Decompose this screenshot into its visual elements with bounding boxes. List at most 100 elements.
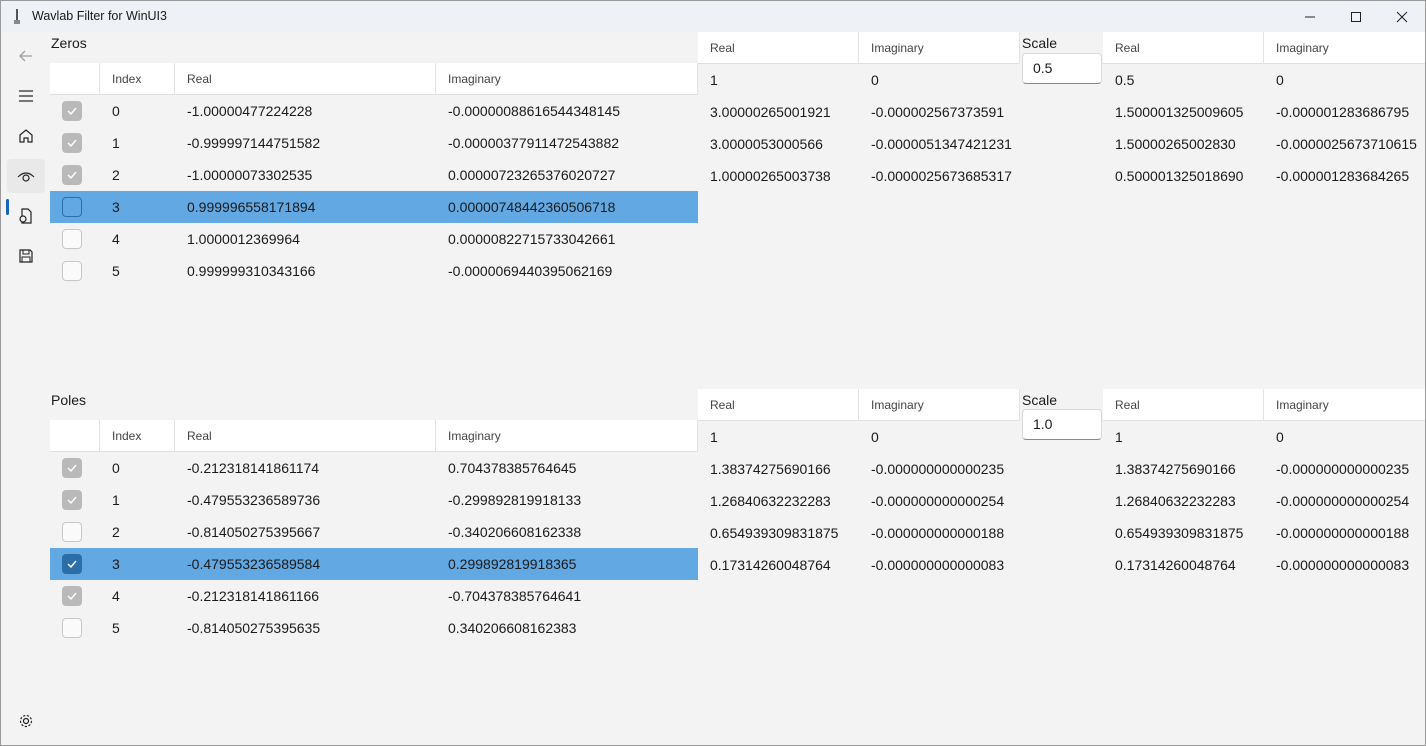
table-row[interactable]: 0.17314260048764 -0.000000000000083: [1103, 549, 1425, 581]
table-row[interactable]: 0.5 0: [1103, 64, 1425, 96]
table-row[interactable]: 1.26840632232283 -0.000000000000254: [698, 485, 1020, 517]
table-row[interactable]: 4 -0.212318141861166 -0.704378385764641: [50, 580, 698, 612]
cell-imaginary: -0.000000000000235: [1276, 461, 1410, 477]
table-header: Index Real Imaginary: [50, 63, 698, 95]
cell-imaginary: -0.00000377911472543882: [448, 135, 620, 151]
maximize-button[interactable]: [1333, 1, 1379, 32]
row-checkbox[interactable]: [62, 586, 82, 606]
row-checkbox[interactable]: [62, 618, 82, 638]
save-nav-item[interactable]: [7, 239, 45, 273]
cell-index: 2: [112, 167, 120, 183]
column-header-imaginary[interactable]: Imaginary: [859, 389, 1020, 421]
table-row[interactable]: 1.26840632232283 -0.000000000000254: [1103, 485, 1425, 517]
row-checkbox[interactable]: [62, 197, 82, 217]
cell-index: 5: [112, 263, 120, 279]
table-row[interactable]: 0.500001325018690 -0.000001283684265: [1103, 160, 1425, 192]
column-header-index[interactable]: Index: [100, 420, 175, 452]
table-row[interactable]: 10: [1103, 421, 1425, 453]
row-checkbox[interactable]: [62, 101, 82, 121]
row-checkbox[interactable]: [62, 458, 82, 478]
checkmark-icon: [67, 171, 77, 180]
poles-scale-input[interactable]: 1.0: [1022, 409, 1102, 440]
column-header-real[interactable]: Real: [1103, 32, 1264, 64]
row-checkbox[interactable]: [62, 554, 82, 574]
minimize-button[interactable]: [1287, 1, 1333, 32]
table-row[interactable]: 3.0000053000566 -0.0000051347421231: [698, 128, 1020, 160]
table-row[interactable]: 3 0.999996558171894 0.00000748442360506718: [50, 191, 698, 223]
row-checkbox[interactable]: [62, 133, 82, 153]
zeros-scaled-table: Real Imaginary 0.5 0 1.500001325009605 -0.000…: [1103, 32, 1425, 352]
table-row[interactable]: 1 -0.999997144751582 -0.000003779114725438…: [50, 127, 698, 159]
column-header-imaginary[interactable]: Imaginary: [1264, 389, 1425, 421]
cell-real: -0.212318141861166: [187, 588, 320, 604]
row-checkbox[interactable]: [62, 261, 82, 281]
checkmark-icon: [67, 107, 77, 116]
column-header-real[interactable]: Real: [175, 63, 436, 95]
cell-real: -0.479553236589736: [187, 492, 321, 508]
table-header: Real Imaginary: [1103, 389, 1425, 421]
column-header-index[interactable]: Index: [100, 63, 175, 95]
maximize-icon: [1351, 11, 1361, 22]
cell-imaginary: 0.00000748442360506718: [448, 199, 616, 215]
table-row[interactable]: 10: [698, 64, 1020, 96]
table-row[interactable]: 1.50000265002830 -0.0000025673710615: [1103, 128, 1425, 160]
column-header-real[interactable]: Real: [698, 389, 859, 421]
checkmark-icon: [67, 496, 77, 505]
cell-real: -0.999997144751582: [187, 135, 321, 151]
save-icon: [19, 249, 33, 263]
table-row[interactable]: 0 -0.212318141861174 0.704378385764645: [50, 452, 698, 484]
table-row[interactable]: 0.654939309831875 -0.000000000000188: [1103, 517, 1425, 549]
cell-real: 0.999999310343166: [187, 263, 316, 279]
row-checkbox[interactable]: [62, 229, 82, 249]
column-header-imaginary[interactable]: Imaginary: [436, 420, 698, 452]
cell-real: 1.00000265003738: [710, 168, 831, 184]
app-window: Wavlab Filter for WinUI3 Zeros Index Rea…: [0, 0, 1426, 746]
cell-real: -0.479553236589584: [187, 556, 321, 572]
table-row[interactable]: 3 -0.479553236589584 0.299892819918365: [50, 548, 698, 580]
column-header-imaginary[interactable]: Imaginary: [1264, 32, 1425, 64]
cell-real: 0.500001325018690: [1115, 168, 1244, 184]
column-header-real[interactable]: Real: [698, 32, 859, 64]
cell-imaginary: 0: [1276, 72, 1284, 88]
zeros-scale-input[interactable]: 0.5: [1022, 53, 1102, 84]
checkmark-icon: [67, 560, 77, 569]
table-header: Real Imaginary: [1103, 32, 1425, 64]
table-row[interactable]: 5 0.999999310343166 -0.0000069440395062169: [50, 255, 698, 287]
cell-real: 1.50000265002830: [1115, 136, 1236, 152]
table-row[interactable]: 5 -0.814050275395635 0.340206608162383: [50, 612, 698, 644]
back-button[interactable]: [7, 39, 45, 73]
table-row[interactable]: 10: [698, 421, 1020, 453]
cell-imaginary: 0.299892819918365: [448, 556, 577, 572]
table-row[interactable]: 0.654939309831875 -0.000000000000188: [698, 517, 1020, 549]
table-row[interactable]: 0 -1.00000477224228 -0.0000008861654434814…: [50, 95, 698, 127]
table-row[interactable]: 2 -0.814050275395667 -0.340206608162338: [50, 516, 698, 548]
row-checkbox[interactable]: [62, 522, 82, 542]
table-row[interactable]: 1.00000265003738 -0.0000025673685317: [698, 160, 1020, 192]
close-button[interactable]: [1379, 1, 1425, 32]
column-header-real[interactable]: Real: [175, 420, 436, 452]
eye-icon: [17, 172, 35, 182]
column-header-imaginary[interactable]: Imaginary: [859, 32, 1020, 64]
table-row[interactable]: 1.500001325009605 -0.000001283686795: [1103, 96, 1425, 128]
row-checkbox[interactable]: [62, 490, 82, 510]
view-nav-item[interactable]: [7, 159, 45, 193]
menu-button[interactable]: [7, 79, 45, 113]
column-header-imaginary[interactable]: Imaginary: [436, 63, 698, 95]
open-file-nav-item[interactable]: [7, 199, 45, 233]
table-row[interactable]: 3.00000265001921 -0.000002567373591: [698, 96, 1020, 128]
home-nav-item[interactable]: [7, 119, 45, 153]
table-row[interactable]: 0.17314260048764 -0.000000000000083: [698, 549, 1020, 581]
settings-nav-item[interactable]: [7, 704, 45, 738]
table-row[interactable]: 1.38374275690166 -0.000000000000235: [698, 453, 1020, 485]
table-header: Real Imaginary: [698, 32, 1020, 64]
minimize-icon: [1305, 16, 1315, 17]
cell-real: 1.0000012369964: [187, 231, 300, 247]
table-row[interactable]: 2 -1.00000073302535 0.00000723265376020727: [50, 159, 698, 191]
column-header-real[interactable]: Real: [1103, 389, 1264, 421]
row-checkbox[interactable]: [62, 165, 82, 185]
table-row[interactable]: 1 -0.479553236589736 -0.299892819918133: [50, 484, 698, 516]
table-row[interactable]: 1.38374275690166 -0.000000000000235: [1103, 453, 1425, 485]
cell-real: 1: [1115, 429, 1123, 445]
cell-index: 4: [112, 231, 120, 247]
table-row[interactable]: 4 1.0000012369964 0.00000822715733042661: [50, 223, 698, 255]
